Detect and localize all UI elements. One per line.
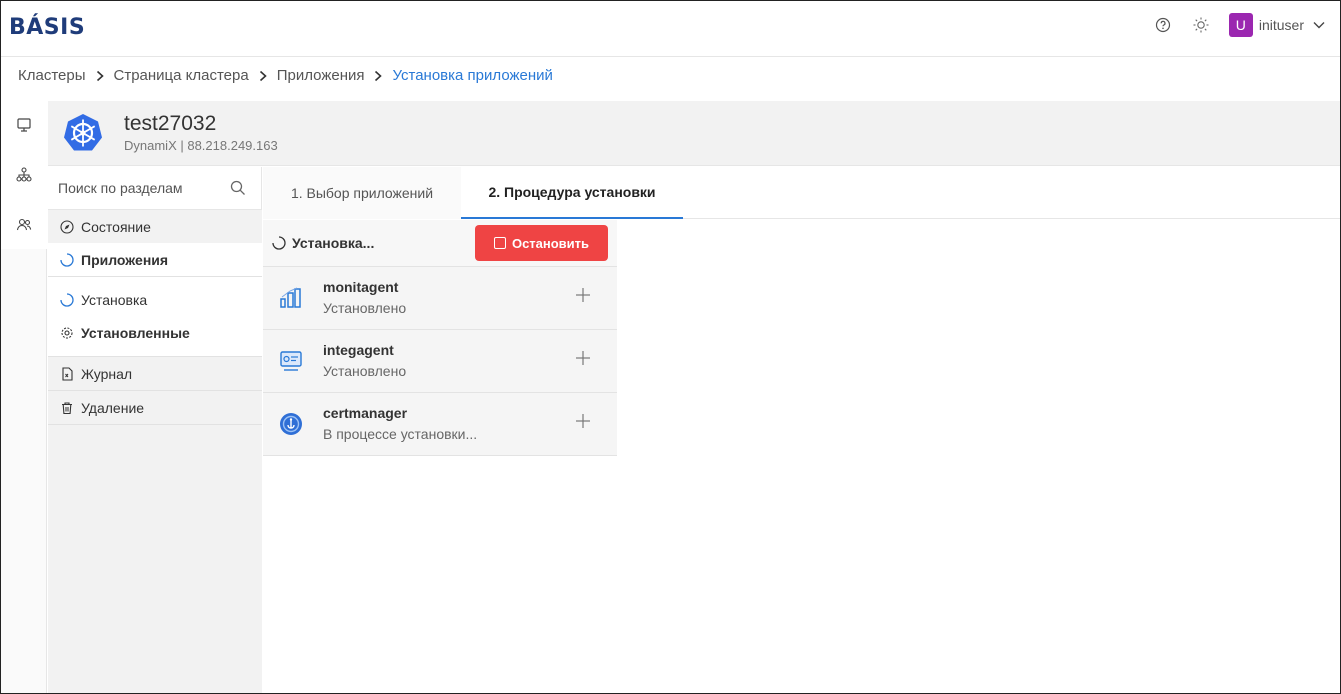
- menu-item-label: Журнал: [81, 366, 133, 382]
- chevron-right-icon: [95, 70, 105, 82]
- gear-icon: [60, 326, 74, 340]
- stop-icon: [493, 237, 506, 249]
- tab-select-apps[interactable]: 1. Выбор приложений: [263, 167, 461, 219]
- menu-item-state[interactable]: Состояние: [48, 210, 262, 244]
- monitoring-chart-icon: [280, 287, 301, 308]
- menu-item-log[interactable]: Журнал: [48, 357, 262, 391]
- app-card-integagent[interactable]: integagent Установлено: [263, 329, 617, 392]
- app-status: Установлено: [323, 300, 407, 316]
- menu-item-delete[interactable]: Удаление: [48, 391, 262, 425]
- monitor-icon[interactable]: [14, 115, 34, 135]
- top-right-controls: U inituser: [1153, 11, 1326, 39]
- menu-item-applications[interactable]: Приложения: [48, 243, 262, 277]
- kubernetes-icon: [64, 114, 102, 151]
- app-name: certmanager: [323, 405, 408, 421]
- app-status: Установлено: [323, 363, 407, 379]
- menu-item-label: Приложения: [81, 252, 169, 268]
- integration-screen-icon: [280, 351, 302, 371]
- menu-item-installed[interactable]: Установленные: [48, 316, 262, 350]
- search-icon[interactable]: [229, 179, 247, 197]
- menu-item-install[interactable]: Установка: [48, 283, 262, 317]
- app-window: BÁSIS U inituser Кластеры Страница класт…: [0, 0, 1341, 694]
- app-card-certmanager[interactable]: certmanager В процессе установки...: [263, 392, 617, 456]
- chevron-down-icon[interactable]: [1312, 18, 1326, 32]
- search-input[interactable]: Поиск по разделам: [58, 180, 183, 196]
- plus-icon[interactable]: [575, 413, 591, 429]
- breadcrumb-cluster-page[interactable]: Страница кластера: [114, 67, 249, 84]
- breadcrumb: Кластеры Страница кластера Приложения Ус…: [18, 67, 553, 84]
- breadcrumb-applications[interactable]: Приложения: [277, 67, 365, 84]
- app-name: integagent: [323, 342, 394, 358]
- spinner-icon: [272, 236, 286, 250]
- install-status-row: Установка... Остановить: [263, 220, 617, 266]
- divider: [48, 424, 262, 425]
- avatar[interactable]: U: [1228, 13, 1253, 37]
- chevron-right-icon: [258, 70, 268, 82]
- app-name: monitagent: [323, 279, 399, 295]
- spinner-icon: [60, 253, 74, 267]
- users-icon[interactable]: [14, 215, 34, 235]
- app-card-monitagent[interactable]: monitagent Установлено: [263, 266, 617, 329]
- stop-button[interactable]: Остановить: [475, 225, 608, 261]
- document-icon: [60, 367, 74, 381]
- menu-item-label: Состояние: [81, 219, 151, 235]
- theme-sun-icon[interactable]: [1191, 15, 1211, 35]
- app-status: В процессе установки...: [323, 426, 478, 442]
- cert-manager-icon: [280, 413, 302, 435]
- spinner-icon: [60, 293, 74, 307]
- plus-icon[interactable]: [575, 287, 591, 303]
- trash-icon: [60, 401, 74, 415]
- cluster-tree-icon[interactable]: [14, 165, 34, 185]
- compass-icon: [60, 220, 74, 234]
- install-status-text: Установка...: [292, 235, 375, 251]
- chevron-right-icon: [373, 70, 383, 82]
- section-menu: Поиск по разделам Состояние Приложения У…: [48, 167, 262, 693]
- icon-rail: [1, 101, 47, 693]
- tab-install-procedure[interactable]: 2. Процедура установки: [461, 167, 683, 219]
- menu-item-label: Удаление: [81, 400, 145, 416]
- menu-item-label: Установленные: [81, 325, 190, 341]
- help-icon[interactable]: [1153, 15, 1173, 35]
- username[interactable]: inituser: [1259, 17, 1304, 33]
- section-search[interactable]: Поиск по разделам: [48, 167, 262, 210]
- cluster-header: test27032 DynamiX | 88.218.249.163: [48, 101, 1340, 166]
- breadcrumb-clusters[interactable]: Кластеры: [18, 67, 86, 84]
- plus-icon[interactable]: [575, 350, 591, 366]
- stop-button-label: Остановить: [511, 235, 590, 251]
- install-status: Установка...: [272, 235, 374, 251]
- install-tabs: 1. Выбор приложений 2. Процедура установ…: [263, 167, 1340, 219]
- cluster-name: test27032: [124, 112, 217, 135]
- cluster-subtitle: DynamiX | 88.218.249.163: [124, 138, 278, 153]
- brand-logo[interactable]: BÁSIS: [9, 15, 85, 40]
- menu-item-label: Установка: [81, 292, 148, 308]
- top-bar: BÁSIS U inituser: [1, 1, 1340, 57]
- breadcrumb-current: Установка приложений: [392, 67, 553, 84]
